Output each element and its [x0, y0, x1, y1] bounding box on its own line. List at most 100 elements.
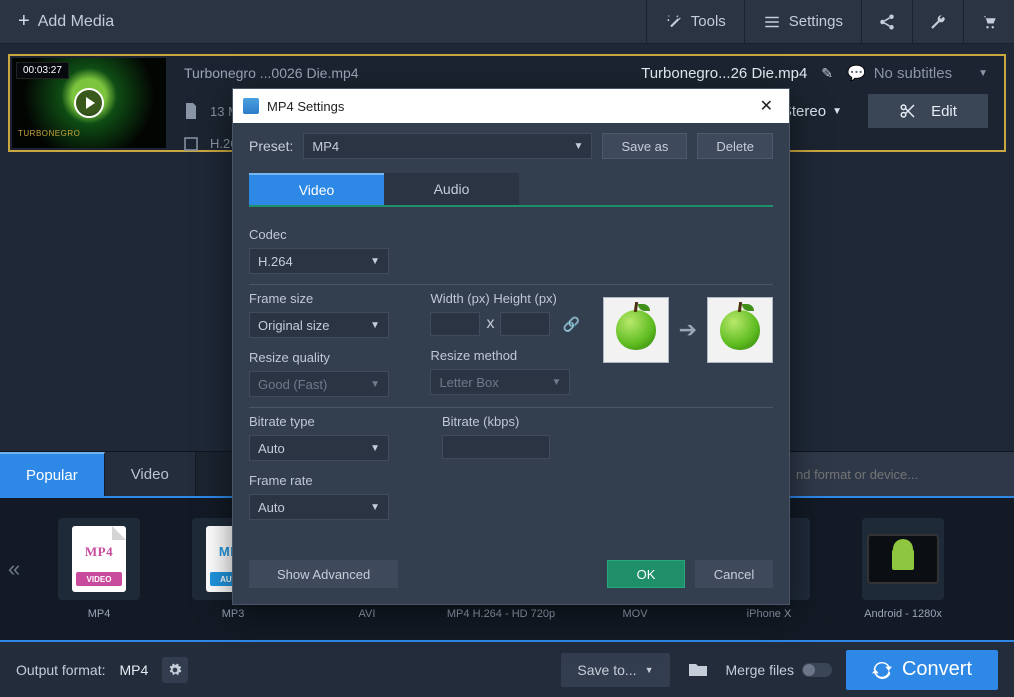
bitrate-type-value: Auto	[258, 441, 285, 456]
tab-popular-label: Popular	[26, 467, 78, 484]
tab-video-label: Video	[299, 182, 335, 198]
tools-label: Tools	[691, 13, 726, 30]
format-android[interactable]: Android - 1280x	[844, 518, 962, 620]
play-icon[interactable]	[74, 88, 104, 118]
output-format-label: Output format:	[16, 662, 105, 678]
prev-arrow[interactable]: «	[8, 556, 20, 582]
wand-icon	[665, 13, 683, 31]
resize-method-dropdown[interactable]: Letter Box ▼	[430, 369, 570, 395]
framesize-label: Frame size	[249, 291, 412, 306]
scissors-icon	[899, 102, 917, 120]
format-search[interactable]	[784, 452, 1014, 496]
pencil-icon[interactable]: ✎	[821, 65, 833, 82]
save-to-button[interactable]: Save to... ▼	[561, 653, 669, 687]
caret-icon: ▼	[645, 665, 654, 675]
tab-audio[interactable]: Audio	[384, 173, 519, 205]
search-input[interactable]	[796, 467, 1002, 482]
cart-icon	[980, 13, 998, 31]
close-button[interactable]: ✕	[754, 94, 779, 118]
convert-button[interactable]: Convert	[846, 650, 998, 690]
tab-audio-label: Audio	[434, 181, 470, 197]
share-icon	[878, 13, 896, 31]
arrow-right-icon: ➔	[679, 317, 697, 343]
bottombar: Output format: MP4 Save to... ▼ Merge fi…	[0, 642, 1014, 697]
codec-label: Codec	[249, 227, 773, 242]
resize-method-label: Resize method	[430, 348, 584, 363]
toggle-switch[interactable]	[802, 663, 832, 677]
show-advanced-label: Show Advanced	[277, 567, 370, 582]
bitrate-type-label: Bitrate type	[249, 414, 424, 429]
crop-icon	[184, 137, 198, 151]
modal-titlebar: MP4 Settings ✕	[233, 89, 789, 123]
cancel-label: Cancel	[714, 567, 754, 582]
resize-quality-label: Resize quality	[249, 350, 412, 365]
format-android-label: Android - 1280x	[844, 608, 962, 620]
add-media-label: Add Media	[38, 13, 115, 31]
framerate-dropdown[interactable]: Auto ▼	[249, 494, 389, 520]
subtitles-dropdown[interactable]: 💬 No subtitles ▼	[847, 64, 988, 82]
cancel-button[interactable]: Cancel	[695, 560, 773, 588]
add-media-button[interactable]: + Add Media	[0, 10, 132, 33]
save-to-label: Save to...	[577, 662, 636, 678]
width-input[interactable]	[430, 312, 480, 336]
preview-after	[707, 297, 773, 363]
height-label: Height (px)	[493, 291, 557, 306]
bitrate-label: Bitrate (kbps)	[442, 414, 607, 429]
width-label: Width (px)	[430, 291, 489, 306]
refresh-icon	[872, 660, 892, 680]
mp4-settings-modal: MP4 Settings ✕ Preset: MP4 ▼ Save as Del…	[232, 88, 790, 605]
preset-label: Preset:	[249, 138, 293, 154]
share-button[interactable]	[861, 0, 912, 44]
thumb-caption: TURBONEGRO	[18, 129, 80, 138]
format-iphone-label: iPhone X	[710, 608, 828, 620]
preset-value: MP4	[312, 139, 339, 154]
merge-label: Merge files	[726, 662, 794, 678]
resize-quality-dropdown[interactable]: Good (Fast) ▼	[249, 371, 389, 397]
height-input[interactable]	[500, 312, 550, 336]
format-mov-label: MOV	[576, 608, 694, 620]
edit-button[interactable]: Edit	[868, 94, 988, 128]
tab-video[interactable]: Video	[105, 452, 196, 496]
speech-icon: 💬	[847, 64, 866, 82]
framerate-value: Auto	[258, 500, 285, 515]
save-as-button[interactable]: Save as	[602, 133, 687, 159]
output-settings-button[interactable]	[162, 657, 188, 683]
output-format-value: MP4	[119, 662, 148, 678]
format-mp4-label: MP4	[40, 608, 158, 620]
menu-icon	[763, 13, 781, 31]
caret-icon: ▼	[978, 68, 988, 79]
tab-video[interactable]: Video	[249, 173, 384, 205]
codec-value: H.264	[258, 254, 293, 269]
tools-button[interactable]: Tools	[646, 0, 744, 44]
lock-icon[interactable]: 🔗	[562, 316, 579, 333]
codec-dropdown[interactable]: H.264 ▼	[249, 248, 389, 274]
settings-label: Settings	[789, 13, 843, 30]
delete-button[interactable]: Delete	[697, 133, 773, 159]
format-mp4[interactable]: MP4VIDEO MP4	[40, 518, 158, 620]
merge-files-toggle[interactable]: Merge files	[726, 662, 832, 678]
framesize-dropdown[interactable]: Original size ▼	[249, 312, 389, 338]
format-hd-label: MP4 H.264 - HD 720p	[442, 608, 560, 620]
file-icon	[184, 103, 198, 119]
caret-icon: ▼	[370, 502, 380, 513]
folder-icon	[689, 662, 707, 678]
show-advanced-button[interactable]: Show Advanced	[249, 560, 398, 588]
delete-label: Delete	[716, 139, 754, 154]
caret-icon: ▼	[370, 320, 380, 331]
format-avi-label: AVI	[308, 608, 426, 620]
preview-before	[603, 297, 669, 363]
gear-icon	[168, 663, 182, 677]
wrench-button[interactable]	[912, 0, 963, 44]
cart-button[interactable]	[963, 0, 1014, 44]
resize-method-value: Letter Box	[439, 375, 498, 390]
ok-button[interactable]: OK	[607, 560, 685, 588]
bitrate-input[interactable]	[442, 435, 550, 459]
plus-icon: +	[18, 10, 30, 33]
tab-popular[interactable]: Popular	[0, 452, 105, 496]
settings-button[interactable]: Settings	[744, 0, 861, 44]
resize-preview: ➔	[603, 297, 773, 363]
thumbnail[interactable]: 00:03:27 TURBONEGRO	[12, 58, 166, 148]
preset-dropdown[interactable]: MP4 ▼	[303, 133, 592, 159]
browse-folder-button[interactable]	[684, 656, 712, 684]
bitrate-type-dropdown[interactable]: Auto ▼	[249, 435, 389, 461]
